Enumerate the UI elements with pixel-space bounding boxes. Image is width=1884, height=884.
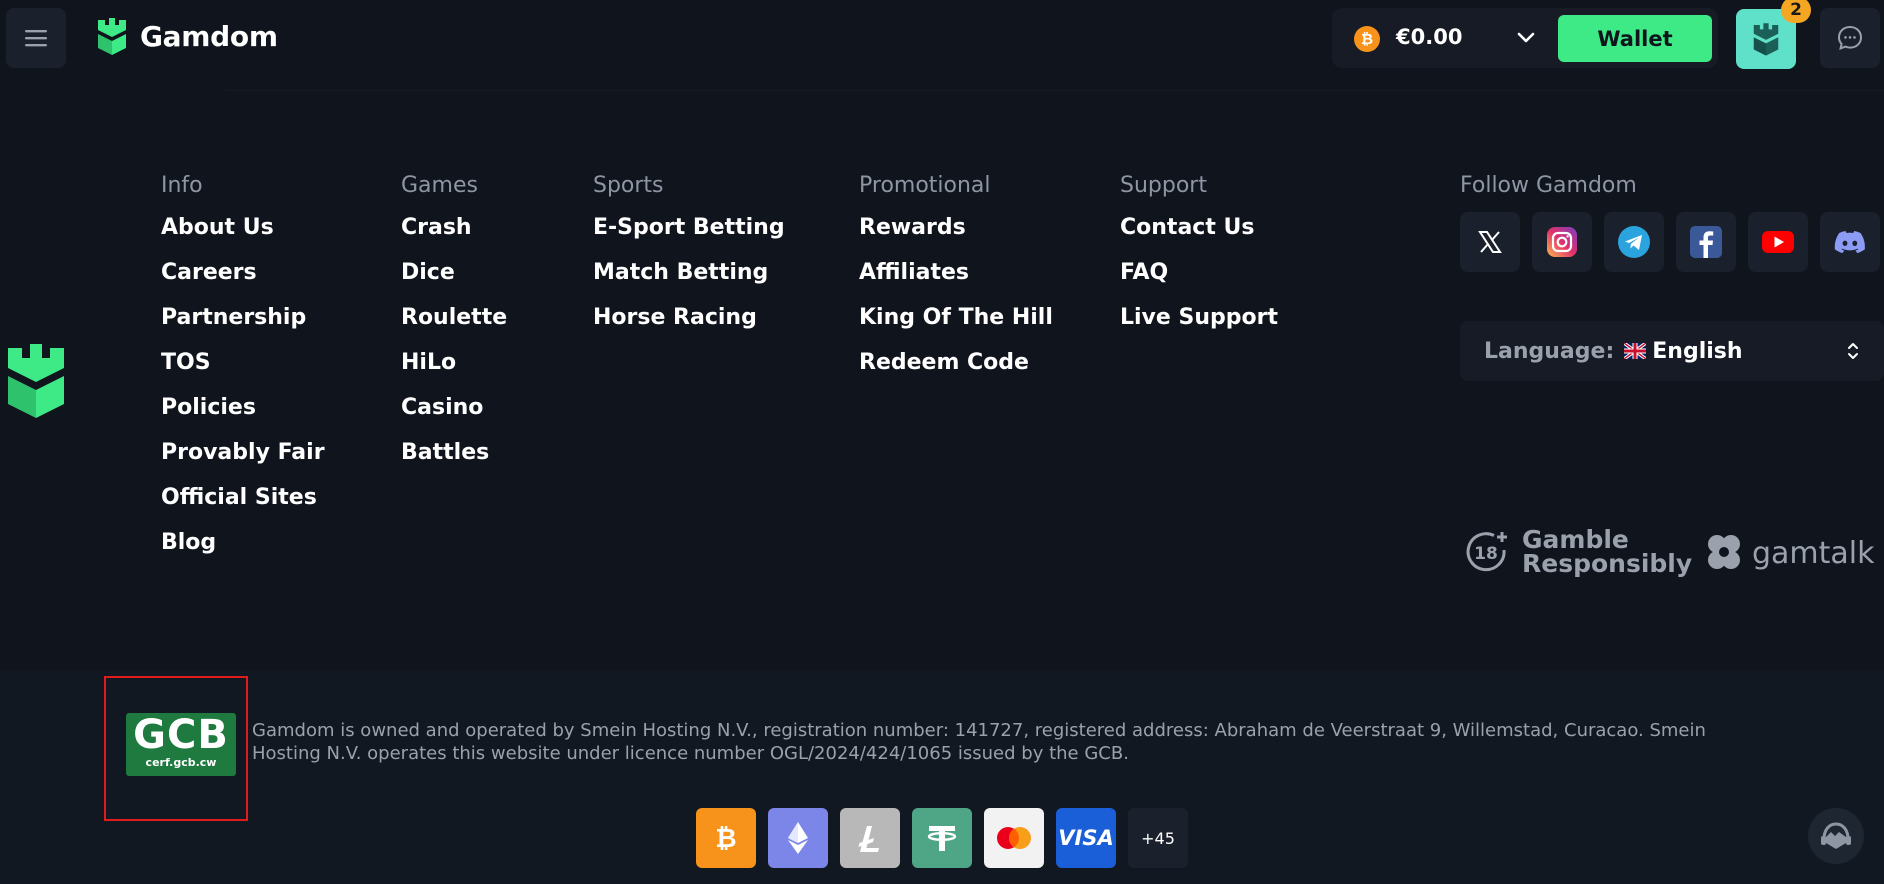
svg-text:₿: ₿: [715, 824, 736, 854]
litecoin-icon: [858, 826, 879, 852]
footer-column-info: Info About Us Careers Partnership TOS Po…: [161, 173, 325, 575]
social-discord-button[interactable]: [1820, 212, 1880, 272]
social-x-button[interactable]: [1460, 212, 1520, 272]
column-title: Info: [161, 173, 203, 198]
footer-link-battles[interactable]: Battles: [401, 440, 507, 485]
footer-link-about-us[interactable]: About Us: [161, 215, 325, 260]
gamtalk-icon: [1708, 535, 1740, 569]
payment-mastercard: [984, 808, 1044, 868]
follow-title: Follow Gamdom: [1460, 173, 1637, 198]
social-youtube-button[interactable]: [1748, 212, 1808, 272]
footer-link-live-support[interactable]: Live Support: [1120, 305, 1278, 350]
footer-column-support: Support Contact Us FAQ Live Support: [1120, 173, 1278, 350]
social-links: [1460, 212, 1884, 272]
footer-link-hilo[interactable]: HiLo: [401, 350, 507, 395]
telegram-icon: [1618, 226, 1650, 258]
footer-link-rewards[interactable]: Rewards: [859, 215, 1053, 260]
language-value: English: [1652, 338, 1743, 364]
bitcoin-icon: ₿: [715, 824, 736, 854]
language-selector[interactable]: Language: English: [1460, 321, 1884, 381]
footer-link-affiliates[interactable]: Affiliates: [859, 260, 1053, 305]
footer-link-horse-racing[interactable]: Horse Racing: [593, 305, 785, 350]
language-label: Language:: [1484, 338, 1615, 364]
social-instagram-button[interactable]: [1532, 212, 1592, 272]
column-title: Support: [1120, 173, 1207, 198]
gamdom-logo-icon: [8, 344, 64, 418]
chat-icon: [1837, 25, 1863, 50]
social-facebook-button[interactable]: [1676, 212, 1736, 272]
gcb-logo-subtext: cerf.gcb.cw: [145, 756, 217, 769]
chevron-down-icon: [1517, 32, 1535, 43]
brand-name: Gamdom: [140, 19, 278, 53]
wallet-button[interactable]: Wallet: [1558, 15, 1712, 62]
support-chat-button[interactable]: [1808, 808, 1864, 864]
payment-ethereum: [768, 808, 828, 868]
gamble-responsibly-text: Gamble Responsibly: [1522, 527, 1693, 578]
menu-button[interactable]: [6, 8, 66, 68]
footer-link-policies[interactable]: Policies: [161, 395, 325, 440]
payment-tether: [912, 808, 972, 868]
payment-methods: ₿ VISA +45: [696, 808, 1200, 868]
mastercard-icon: [997, 827, 1031, 849]
footer-link-match-betting[interactable]: Match Betting: [593, 260, 785, 305]
gamdom-logo-icon: [98, 18, 126, 55]
hamburger-icon: [25, 30, 47, 47]
footer-link-redeem-code[interactable]: Redeem Code: [859, 350, 1053, 395]
uk-flag-icon: [1624, 343, 1647, 359]
footer-link-official-sites[interactable]: Official Sites: [161, 485, 325, 530]
gcb-logo-text: GCB: [133, 712, 229, 758]
chat-button[interactable]: [1820, 8, 1880, 68]
balance-amount: €0.00: [1396, 25, 1463, 49]
gamble-line-2: Responsibly: [1522, 549, 1693, 578]
footer-link-esport-betting[interactable]: E-Sport Betting: [593, 215, 785, 260]
age-label: 18: [1474, 544, 1498, 564]
payment-bitcoin: ₿: [696, 808, 756, 868]
bitcoin-icon: ₿: [1354, 26, 1380, 52]
ethereum-icon: [788, 822, 808, 854]
footer-link-crash[interactable]: Crash: [401, 215, 507, 260]
visa-icon: VISA: [1058, 826, 1114, 850]
footer-link-provably-fair[interactable]: Provably Fair: [161, 440, 325, 485]
column-title: Sports: [593, 173, 664, 198]
facebook-icon: [1690, 226, 1722, 258]
footer-link-tos[interactable]: TOS: [161, 350, 325, 395]
gcb-license-seal[interactable]: GCB cerf.gcb.cw: [126, 713, 236, 776]
column-title: Games: [401, 173, 478, 198]
discord-icon: [1834, 231, 1865, 254]
footer-link-partnership[interactable]: Partnership: [161, 305, 325, 350]
header-divider: [226, 90, 1884, 91]
top-header: Gamdom ₿ €0.00 Wallet 2: [0, 0, 1884, 76]
footer-column-games: Games Crash Dice Roulette HiLo Casino Ba…: [401, 173, 507, 485]
support-agent-icon: [1821, 822, 1851, 849]
social-telegram-button[interactable]: [1604, 212, 1664, 272]
payment-visa: VISA: [1056, 808, 1116, 868]
payment-litecoin: [840, 808, 900, 868]
footer-link-contact-us[interactable]: Contact Us: [1120, 215, 1278, 260]
footer-column-promotional: Promotional Rewards Affiliates King Of T…: [859, 173, 1053, 395]
gamtalk-badge[interactable]: gamtalk: [1704, 532, 1875, 574]
footer-link-king-of-the-hill[interactable]: King Of The Hill: [859, 305, 1053, 350]
instagram-icon: [1547, 227, 1577, 257]
footer-link-casino[interactable]: Casino: [401, 395, 507, 440]
user-avatar-icon: [1753, 23, 1779, 56]
youtube-icon: [1762, 231, 1794, 253]
footer-link-faq[interactable]: FAQ: [1120, 260, 1278, 305]
notification-badge: 2: [1781, 0, 1811, 23]
gamtalk-text: gamtalk: [1752, 535, 1875, 571]
footer-link-careers[interactable]: Careers: [161, 260, 325, 305]
footer-link-dice[interactable]: Dice: [401, 260, 507, 305]
chevron-up-down-icon: [1848, 343, 1858, 359]
footer-column-sports: Sports E-Sport Betting Match Betting Hor…: [593, 173, 785, 350]
gamble-responsibly-badge[interactable]: 18 Gamble Responsibly: [1464, 527, 1693, 578]
license-text: Gamdom is owned and operated by Smein Ho…: [252, 720, 1706, 764]
age-18-icon: 18: [1466, 532, 1507, 572]
footer-link-blog[interactable]: Blog: [161, 530, 325, 575]
brand-logo[interactable]: Gamdom: [96, 16, 278, 56]
side-logo: [4, 340, 68, 424]
payment-more[interactable]: +45: [1128, 808, 1188, 868]
footer-link-roulette[interactable]: Roulette: [401, 305, 507, 350]
tether-icon: [927, 826, 957, 851]
x-icon: [1478, 231, 1502, 253]
column-title: Promotional: [859, 173, 991, 198]
